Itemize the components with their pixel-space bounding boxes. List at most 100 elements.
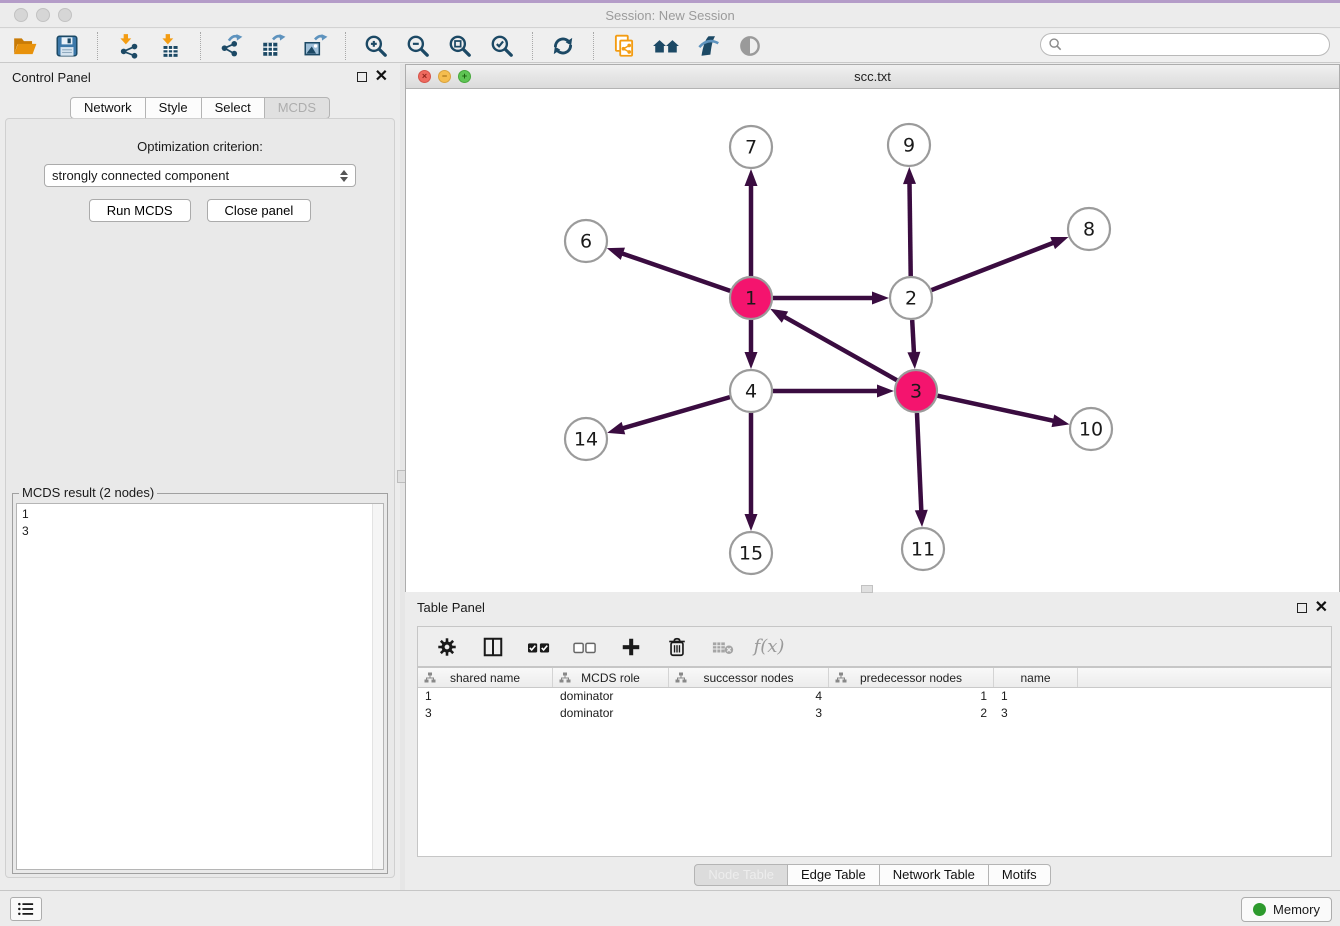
search-field[interactable]: [1040, 33, 1330, 56]
open-folder-icon: [12, 33, 38, 59]
control-panel-title: Control Panel: [12, 70, 91, 85]
open-session-button[interactable]: [4, 31, 46, 61]
refresh-layout-button[interactable]: [542, 31, 584, 61]
export-image-button[interactable]: [294, 31, 336, 61]
graph-edge[interactable]: [909, 181, 910, 276]
float-panel-icon[interactable]: [357, 72, 367, 82]
column-header-predecessor-nodes[interactable]: predecessor nodes: [829, 668, 994, 687]
unselect-all-columns-button[interactable]: [572, 634, 598, 660]
tab-network[interactable]: Network: [70, 97, 146, 119]
column-header-shared-name[interactable]: shared name: [418, 668, 553, 687]
cell-mcds-role[interactable]: dominator: [553, 705, 669, 722]
float-table-panel-icon[interactable]: [1297, 603, 1307, 613]
result-scrollbar[interactable]: [372, 504, 383, 869]
two-houses-icon: [652, 33, 680, 59]
graph-edge-arrowhead: [1052, 414, 1070, 427]
clone-network-button[interactable]: [603, 31, 645, 61]
status-bar: Memory: [0, 890, 1340, 926]
table-panel: Table Panel ✕: [405, 595, 1340, 888]
graph-edge[interactable]: [932, 242, 1056, 290]
graph-edge-arrowhead: [907, 352, 920, 369]
cell-shared-name[interactable]: 1: [418, 688, 553, 705]
gear-icon: [436, 636, 458, 658]
add-column-button[interactable]: [618, 634, 644, 660]
save-session-button[interactable]: [46, 31, 88, 61]
fit-content-button[interactable]: [439, 31, 481, 61]
graph-edge[interactable]: [621, 397, 730, 429]
mcds-result-text[interactable]: 1 3: [16, 503, 384, 870]
column-header-successor-nodes[interactable]: successor nodes: [669, 668, 829, 687]
graph-edge[interactable]: [620, 253, 730, 291]
close-panel-button[interactable]: Close panel: [207, 199, 312, 222]
tab-node-table[interactable]: Node Table: [694, 864, 788, 886]
tab-network-table[interactable]: Network Table: [880, 864, 989, 886]
refresh-icon: [550, 33, 576, 59]
graph-node-label: 9: [903, 135, 915, 157]
session-title: Session: New Session: [0, 8, 1340, 23]
graph-edge-arrowhead: [877, 385, 894, 398]
graph-node-label: 2: [905, 288, 917, 310]
select-all-columns-button[interactable]: [526, 634, 552, 660]
table-options-button[interactable]: [434, 634, 460, 660]
cell-successor-nodes[interactable]: 4: [669, 688, 829, 705]
task-history-button[interactable]: [10, 897, 42, 921]
graph-edge[interactable]: [917, 413, 921, 513]
cell-predecessor-nodes[interactable]: 2: [829, 705, 994, 722]
delete-table-button[interactable]: [710, 634, 736, 660]
import-network-button[interactable]: [107, 31, 149, 61]
memory-status-icon: [1253, 903, 1266, 916]
tab-mcds[interactable]: MCDS: [265, 97, 330, 119]
zoom-in-button[interactable]: [355, 31, 397, 61]
graph-node-label: 15: [739, 543, 763, 565]
horizontal-splitter-grip[interactable]: [861, 585, 873, 593]
import-table-button[interactable]: [149, 31, 191, 61]
first-neighbors-button[interactable]: [645, 31, 687, 61]
graph-edge-arrowhead: [903, 167, 916, 184]
eye-icon: [737, 33, 763, 59]
export-network-button[interactable]: [210, 31, 252, 61]
column-header-mcds-role[interactable]: MCDS role: [553, 668, 669, 687]
graph-node-label: 1: [745, 288, 757, 310]
export-image-icon: [302, 33, 328, 59]
cell-predecessor-nodes[interactable]: 1: [829, 688, 994, 705]
zoom-selected-button[interactable]: [481, 31, 523, 61]
node-table: shared name MCDS role: [417, 667, 1332, 857]
run-mcds-button[interactable]: Run MCDS: [89, 199, 191, 222]
result-line: 1: [22, 506, 383, 523]
tab-select[interactable]: Select: [202, 97, 265, 119]
apply-style-button[interactable]: [687, 31, 729, 61]
search-input[interactable]: [1063, 37, 1303, 53]
function-builder-button[interactable]: f(x): [756, 634, 782, 660]
cell-name[interactable]: 1: [994, 688, 1078, 705]
graph-edge[interactable]: [782, 316, 896, 381]
cell-shared-name[interactable]: 3: [418, 705, 553, 722]
delete-column-button[interactable]: [664, 634, 690, 660]
network-graph[interactable]: 1234678910111415: [406, 89, 1339, 592]
mcds-result-box: MCDS result (2 nodes) 1 3: [12, 493, 388, 874]
zoom-out-icon: [405, 33, 431, 59]
show-graphics-details-button[interactable]: [729, 31, 771, 61]
tab-edge-table[interactable]: Edge Table: [788, 864, 880, 886]
cell-name[interactable]: 3: [994, 705, 1078, 722]
column-header-name[interactable]: name: [994, 668, 1078, 687]
column-type-icon: [559, 672, 571, 684]
tab-style[interactable]: Style: [146, 97, 202, 119]
graph-node-label: 3: [910, 381, 922, 403]
zoom-out-button[interactable]: [397, 31, 439, 61]
cell-mcds-role[interactable]: dominator: [553, 688, 669, 705]
memory-button[interactable]: Memory: [1241, 897, 1332, 922]
close-table-panel-icon[interactable]: ✕: [1315, 603, 1328, 613]
optimization-criterion-dropdown[interactable]: strongly connected component: [44, 164, 356, 187]
graph-node-label: 10: [1079, 419, 1103, 441]
titlebar: Session: New Session: [0, 3, 1340, 28]
network-canvas[interactable]: 1234678910111415: [406, 89, 1339, 592]
show-columns-button[interactable]: [480, 634, 506, 660]
cell-successor-nodes[interactable]: 3: [669, 705, 829, 722]
close-panel-icon[interactable]: ✕: [375, 72, 388, 82]
export-table-button[interactable]: [252, 31, 294, 61]
graph-edge[interactable]: [912, 320, 914, 355]
toolbar-separator: [97, 32, 98, 60]
graph-node-label: 11: [911, 539, 935, 561]
graph-edge[interactable]: [937, 396, 1055, 422]
tab-motifs[interactable]: Motifs: [989, 864, 1051, 886]
